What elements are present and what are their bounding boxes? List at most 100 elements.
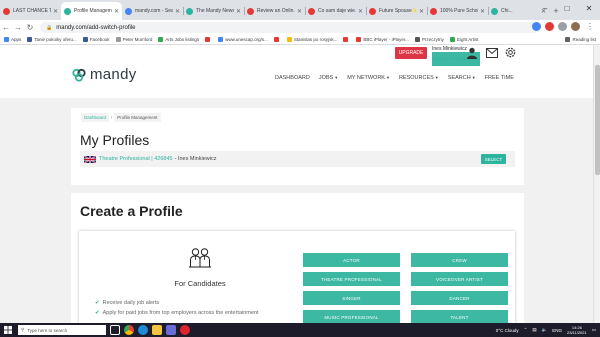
- nav-item-resources[interactable]: RESOURCES▼: [399, 75, 439, 81]
- notifications-icon[interactable]: ▭: [592, 327, 596, 333]
- mandy-logo[interactable]: mandy: [72, 66, 137, 83]
- nav-item-search[interactable]: SEARCH▼: [448, 75, 476, 81]
- browser-tab[interactable]: mandy.com - Sea... ✕: [122, 2, 183, 20]
- role-button-singer[interactable]: SINGER: [303, 291, 400, 305]
- role-button-actor[interactable]: ACTOR: [303, 253, 400, 267]
- mail-icon[interactable]: [486, 48, 498, 58]
- nav-item-free-time[interactable]: FREE TIME: [485, 75, 514, 81]
- weather-text[interactable]: 0°C Cloudy: [496, 328, 519, 333]
- address-bar[interactable]: 🔒 mandy.com/add-switch-profile: [40, 22, 540, 33]
- browser-tab[interactable]: The Mandy News... ✕: [183, 2, 244, 20]
- tray-arrow-icon[interactable]: ⌃: [524, 327, 528, 333]
- chrome-icon[interactable]: [124, 325, 134, 335]
- file-explorer-icon[interactable]: [152, 325, 162, 335]
- windows-taskbar: ⚲ Type here to search 0°C Cloudy ⌃ ▤ 🔈 E…: [0, 323, 600, 337]
- lock-icon[interactable]: 🔒: [46, 25, 52, 31]
- bookmark-label: Arts Jobs listings: [165, 37, 200, 42]
- reload-icon[interactable]: ↻: [24, 23, 36, 32]
- bookmark-item[interactable]: Eight Artist: [449, 37, 478, 42]
- browser-tab-active[interactable]: Profile Managem... ✕: [61, 2, 122, 20]
- menu-dots-icon[interactable]: ⋮: [584, 22, 596, 31]
- bookmark-item[interactable]: [273, 37, 281, 42]
- tab-favicon-icon: [64, 7, 71, 15]
- profile-link[interactable]: Theatre Professional | 426845: [99, 156, 173, 162]
- tab-close-icon[interactable]: ✕: [297, 8, 302, 15]
- bookmark-item[interactable]: Stanislas po rosyjsk...: [286, 37, 338, 42]
- bookmark-label: Peter Mumford: [122, 37, 153, 42]
- tab-close-icon[interactable]: ✕: [358, 8, 363, 15]
- store-icon[interactable]: [166, 325, 176, 335]
- extension-icon[interactable]: [532, 22, 541, 31]
- tab-close-icon[interactable]: ✕: [236, 8, 241, 15]
- nav-item-my-network[interactable]: MY NETWORK▼: [347, 75, 390, 81]
- close-window-button[interactable]: ✕: [578, 0, 600, 18]
- role-button-crew[interactable]: CREW: [411, 253, 508, 267]
- tab-close-icon[interactable]: ✕: [114, 8, 119, 15]
- tab-favicon-icon: [430, 7, 437, 15]
- role-button-voiceover-artist[interactable]: VOICEOVER ARTIST: [411, 272, 508, 286]
- start-button[interactable]: [0, 323, 16, 337]
- bookmark-label: Stanislas po rosyjsk...: [293, 37, 338, 42]
- bookmark-favicon-icon: [158, 37, 164, 42]
- bookmark-item[interactable]: BBC iPlayer - iPlayer...: [356, 37, 409, 42]
- network-icon[interactable]: ▤: [532, 327, 536, 333]
- browser-tab[interactable]: Future Spouse✨ ✕: [366, 2, 427, 20]
- taskbar-search-input[interactable]: ⚲ Type here to search: [18, 325, 106, 335]
- maximize-button[interactable]: □: [556, 0, 578, 18]
- language-indicator[interactable]: ENG: [552, 328, 562, 333]
- role-button-talent[interactable]: TALENT: [411, 310, 508, 323]
- tab-title: Co sam daje wie...: [318, 8, 356, 14]
- bookmark-item[interactable]: Przeczytny: [414, 37, 444, 42]
- chevron-down-icon: ▼: [434, 75, 439, 80]
- edge-icon[interactable]: [138, 325, 148, 335]
- browser-tab[interactable]: Co sam daje wie... ✕: [305, 2, 366, 20]
- user-avatar-icon[interactable]: [466, 47, 478, 59]
- profile-avatar-icon[interactable]: [571, 22, 580, 31]
- tab-close-icon[interactable]: ✕: [53, 8, 58, 15]
- volume-icon[interactable]: 🔈: [542, 327, 548, 333]
- upgrade-button[interactable]: UPGRADE: [395, 47, 427, 59]
- site-header: UPGRADE Ines Minkiewicz THEATRE PROFESSI…: [0, 45, 593, 98]
- tab-close-icon[interactable]: ✕: [175, 8, 180, 15]
- browser-tab[interactable]: LAST CHANCE T... ✕: [0, 2, 61, 20]
- benefits-list: ✔ Receive daily job alerts ✔ Apply for pai…: [95, 298, 259, 318]
- bookmarks-bar: Apps Tanie pokoiky oferu... Facebook Pet…: [0, 35, 600, 45]
- back-arrow-icon[interactable]: ←: [0, 23, 12, 32]
- bookmark-item[interactable]: [343, 37, 350, 42]
- bookmark-item[interactable]: [205, 37, 212, 42]
- bookmark-item[interactable]: Peter Mumford: [115, 37, 153, 42]
- bookmark-favicon-icon: [414, 37, 420, 42]
- bookmark-item[interactable]: Tanie pokoiky oferu...: [27, 37, 77, 42]
- select-profile-button[interactable]: SELECT: [481, 154, 506, 164]
- clock[interactable]: 14:26 23/11/2021: [567, 325, 587, 335]
- page-scrollbar[interactable]: [593, 45, 600, 323]
- extension-icon[interactable]: [545, 22, 554, 31]
- tab-close-icon[interactable]: ✕: [419, 8, 424, 15]
- puzzle-icon[interactable]: [558, 22, 567, 31]
- nav-item-dashboard[interactable]: DASHBOARD: [275, 75, 310, 81]
- bookmark-item[interactable]: Apps: [4, 37, 21, 42]
- breadcrumb-dashboard[interactable]: Dashboard: [81, 113, 110, 122]
- role-button-theatre-professional[interactable]: THEATRE PROFESSIONAL: [303, 272, 400, 286]
- browser-tab[interactable]: 100% Pure Schol... ✕: [427, 2, 488, 20]
- nav-item-jobs[interactable]: JOBS▼: [319, 75, 338, 81]
- role-button-music-professional[interactable]: MUSIC PROFESSIONAL: [303, 310, 400, 323]
- browser-tab[interactable]: Review an Onlin... ✕: [244, 2, 305, 20]
- role-button-dancer[interactable]: DANCER: [411, 291, 508, 305]
- tab-favicon-icon: [186, 7, 193, 15]
- reading-list[interactable]: Reading list: [565, 37, 596, 42]
- tab-favicon-icon: [491, 7, 498, 15]
- tab-close-icon[interactable]: ✕: [480, 8, 485, 15]
- bookmark-item[interactable]: Arts Jobs listings: [158, 37, 199, 42]
- bookmark-favicon-icon: [115, 37, 121, 42]
- bookmark-item[interactable]: Facebook: [82, 37, 110, 42]
- task-view-icon[interactable]: [110, 325, 120, 335]
- minimize-button[interactable]: –: [534, 0, 556, 18]
- gear-icon[interactable]: [504, 46, 517, 59]
- bookmark-item[interactable]: www.unescap.org/s...: [218, 37, 268, 42]
- breadcrumb-current: Profile Management: [114, 113, 161, 122]
- forward-arrow-icon[interactable]: →: [12, 23, 24, 32]
- opera-icon[interactable]: [180, 325, 190, 335]
- scrollbar-thumb[interactable]: [595, 65, 600, 175]
- tab-favicon-icon: [125, 7, 132, 15]
